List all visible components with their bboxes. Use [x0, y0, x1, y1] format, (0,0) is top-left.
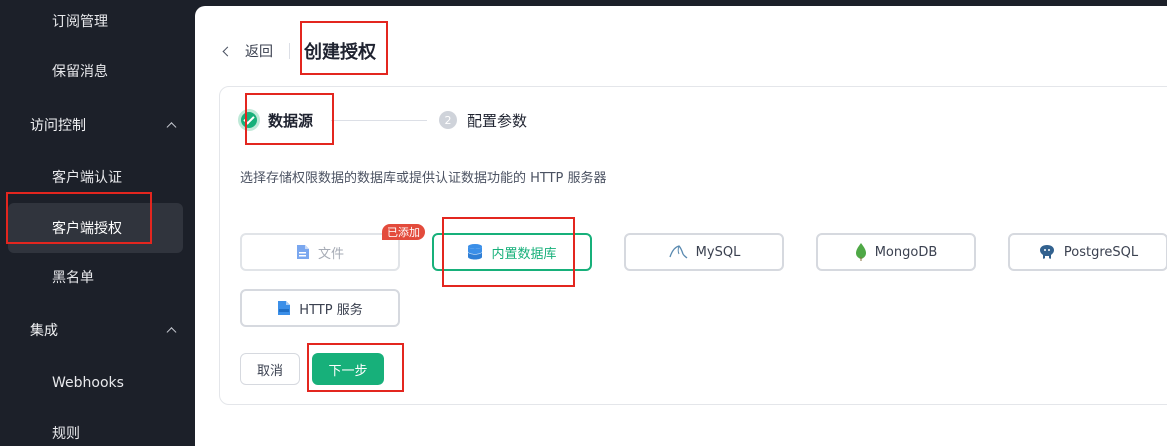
step-label: 配置参数 [467, 111, 528, 130]
step-label: 数据源 [268, 111, 314, 130]
source-label: PostgreSQL [1063, 244, 1139, 260]
sidebar-item-label: 保留消息 [52, 64, 108, 80]
check-icon [238, 109, 260, 131]
sidebar-item-subscriptions[interactable]: 订阅管理 [0, 0, 195, 46]
sidebar-item-blacklist[interactable]: 黑名单 [0, 252, 195, 302]
sidebar-item-label: 规则 [52, 426, 80, 442]
source-label: HTTP 服务 [299, 302, 363, 318]
sidebar-item-label: 订阅管理 [52, 14, 108, 30]
source-builtin-database-button[interactable]: 内置数据库 [432, 233, 592, 271]
main-panel: 返回 创建授权 数据源 2 配置参数 选择存储权限数据的数据库或提供认证数据功能… [195, 6, 1167, 446]
source-description: 选择存储权限数据的数据库或提供认证数据功能的 HTTP 服务器 [240, 171, 607, 186]
http-icon [277, 300, 291, 316]
source-postgresql-button[interactable]: PostgreSQL [1008, 233, 1167, 271]
sidebar-item-label: 客户端授权 [52, 221, 122, 237]
mysql-icon [668, 243, 688, 261]
source-label: MongoDB [874, 244, 938, 260]
source-label: MySQL [695, 244, 741, 260]
cancel-button[interactable]: 取消 [240, 353, 300, 385]
postgresql-icon [1038, 243, 1056, 261]
sidebar-item-webhooks[interactable]: Webhooks [0, 358, 195, 408]
header-divider [289, 43, 290, 59]
sidebar-group-integration[interactable]: 集成 [0, 305, 195, 355]
back-link[interactable]: 返回 [245, 41, 273, 61]
source-label: 文件 [317, 246, 344, 262]
steps: 数据源 2 配置参数 [238, 105, 527, 135]
database-icon [467, 243, 483, 261]
chevron-up-icon [166, 122, 177, 133]
source-label: 内置数据库 [491, 246, 557, 262]
form-card: 数据源 2 配置参数 选择存储权限数据的数据库或提供认证数据功能的 HTTP 服… [219, 86, 1167, 405]
source-mongodb-button[interactable]: MongoDB [816, 233, 976, 271]
page-header: 返回 创建授权 [220, 36, 376, 66]
added-badge: 已添加 [382, 224, 425, 240]
sidebar-item-label: Webhooks [52, 375, 124, 391]
mongodb-icon [855, 242, 867, 262]
step-number: 2 [439, 111, 458, 129]
sidebar-item-retained-messages[interactable]: 保留消息 [0, 46, 195, 96]
sidebar-group-access-control[interactable]: 访问控制 [0, 100, 195, 150]
source-file-button[interactable]: 文件 [240, 233, 400, 271]
sidebar-item-client-authentication[interactable]: 客户端认证 [0, 152, 195, 202]
source-mysql-button[interactable]: MySQL [624, 233, 784, 271]
next-button[interactable]: 下一步 [312, 353, 384, 385]
page-title: 创建授权 [304, 42, 376, 63]
source-http-button[interactable]: HTTP 服务 [240, 289, 400, 327]
sidebar-item-client-authorization[interactable]: 客户端授权 [8, 203, 183, 253]
file-icon [296, 244, 310, 260]
sidebar-group-label: 访问控制 [30, 118, 86, 134]
sidebar-item-label: 黑名单 [52, 270, 94, 286]
step-connector [331, 119, 428, 121]
chevron-left-icon[interactable] [222, 46, 233, 56]
sidebar-item-label: 客户端认证 [52, 170, 122, 186]
sidebar-group-label: 集成 [30, 323, 58, 339]
sidebar: 订阅管理 保留消息 访问控制 客户端认证 客户端授权 黑名单 集成 Webhoo… [0, 0, 195, 446]
chevron-up-icon [166, 327, 177, 338]
sidebar-item-rules[interactable]: 规则 [0, 408, 195, 446]
